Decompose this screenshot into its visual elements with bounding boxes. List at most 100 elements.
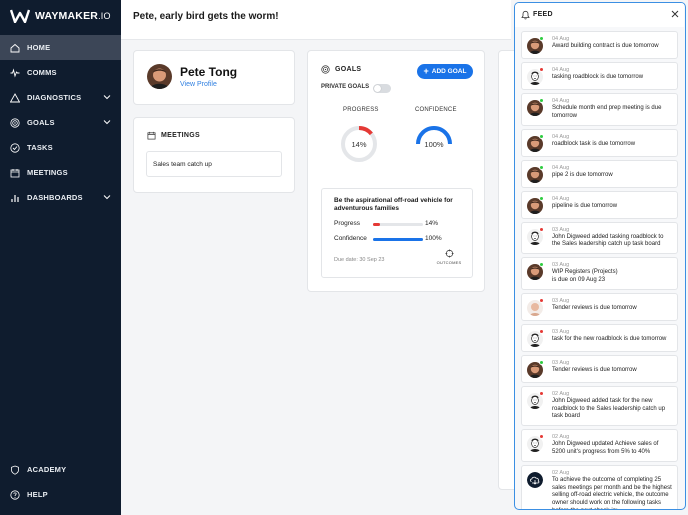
status-dot [539, 67, 544, 72]
feed-item[interactable]: 03 Aug WIP Registers (Projects) is due on… [521, 257, 678, 290]
feed-item[interactable]: 04 Aug Award building contract is due tom… [521, 31, 678, 59]
feed-item[interactable]: 04 Aug pipe 2 is due tomorrow [521, 159, 678, 188]
status-dot [539, 98, 544, 103]
feed-item-text: John Digweed added tasking roadblock to … [552, 233, 664, 248]
home-icon [10, 43, 20, 53]
feed-item-date: 02 Aug [552, 469, 570, 476]
sidebar-item-home[interactable]: HOME [0, 35, 121, 60]
target-icon [321, 65, 330, 74]
private-goals-toggle[interactable] [373, 84, 391, 93]
sidebar-item-label: DIAGNOSTICS [27, 93, 82, 102]
feed-item-text: Schedule month end prep meeting is due t… [552, 105, 662, 119]
feed-item[interactable]: 03 Aug Tender reviews is due tomorrow [521, 292, 678, 321]
feed-item[interactable]: 04 Aug tasking roadblock is due tomorrow [521, 62, 678, 90]
sidebar-item-label: HELP [27, 490, 48, 499]
feed-item[interactable]: 03 Aug John Digweed added tasking roadblo… [521, 221, 678, 255]
feed-item-text: John Digweed updated Achieve sales of 52… [552, 441, 659, 455]
sidebar-item-goals[interactable]: GOALS [0, 110, 121, 135]
chevron-down-icon[interactable] [103, 93, 111, 101]
status-dot [539, 164, 544, 170]
goals-title: GOALS [321, 65, 361, 74]
feed-item[interactable]: 03 Aug task for the new roadblock is due … [521, 323, 678, 352]
confidence-label: CONFIDENCE [415, 107, 457, 113]
feed-item-text: WIP Registers (Projects) is due on 09 Au… [552, 269, 618, 283]
feed-item[interactable]: 02 Aug John Digweed added task for the ne… [521, 385, 678, 427]
profile-name: Pete Tong [180, 65, 238, 79]
sidebar-item-diagnostics[interactable]: DIAGNOSTICS [0, 85, 121, 110]
pulse-icon [10, 67, 20, 78]
status-dot [539, 133, 544, 139]
waymaker-logo-icon [10, 9, 30, 23]
help-icon [10, 489, 20, 500]
status-dot [539, 297, 544, 303]
goal-summary[interactable]: Be the aspirational off-road vehicle for… [321, 188, 473, 278]
feed-item[interactable]: 04 Aug pipeline is due tomorrow [521, 190, 678, 219]
sidebar-item-academy[interactable]: ACADEMY [0, 457, 121, 482]
goal-progress-fill [373, 223, 380, 226]
sidebar-item-tasks[interactable]: TASKS [0, 135, 121, 160]
status-dot [539, 328, 544, 334]
feed-item[interactable]: 02 Aug John Digweed updated Achieve sales… [521, 429, 678, 462]
sidebar-item-label: HOME [27, 43, 51, 52]
brand-logo[interactable]: WAYMAKER.IO [10, 8, 111, 24]
calendar-icon [10, 168, 20, 178]
feed-item-text: roadblock task is due tomorrow [552, 140, 636, 147]
calendar-icon [147, 131, 156, 140]
status-dot [539, 390, 544, 396]
meeting-item[interactable]: Sales team catch up [146, 151, 282, 177]
feed-item-date: 03 Aug [552, 226, 570, 233]
feed-list: 04 Aug Award building contract is due tom… [521, 31, 678, 509]
status-dot [539, 195, 544, 201]
avatar[interactable] [147, 64, 172, 89]
page-title: Pete, early bird gets the worm! [133, 11, 279, 22]
status-dot [539, 226, 544, 232]
feed-item[interactable]: 04 Aug Schedule month end prep meeting is… [521, 93, 678, 126]
status-dot [539, 359, 544, 365]
feed-item-text: To achieve the outcome of completing 25 … [552, 476, 672, 509]
bar-chart-icon [10, 193, 20, 203]
feed-item-date: 04 Aug [552, 195, 570, 202]
shield-icon [10, 465, 20, 475]
sidebar-item-label: COMMS [27, 68, 57, 77]
feed-item-text: pipeline is due tomorrow [552, 202, 618, 209]
add-goal-button[interactable]: + ADD GOAL [417, 64, 473, 79]
feed-item-text: Tender reviews is due tomorrow [552, 366, 637, 373]
sidebar-item-help[interactable]: HELP [0, 482, 121, 507]
feed-item[interactable]: 04 Aug roadblock task is due tomorrow [521, 128, 678, 157]
triangle-icon [10, 92, 20, 103]
feed-item-date: 03 Aug [552, 328, 570, 335]
feed-item[interactable]: 02 Aug To achieve the outcome of completi… [521, 464, 678, 509]
feed-item-date: 03 Aug [552, 359, 570, 366]
goal-confidence-value: 100% [425, 235, 442, 242]
sidebar-item-meetings[interactable]: MEETINGS [0, 160, 121, 185]
goal-confidence-label: Confidence [334, 235, 367, 242]
goal-due-date: Due date: 30 Sep 23 [334, 257, 385, 263]
meetings-title-text: MEETINGS [161, 132, 200, 139]
feed-item-date: 04 Aug [552, 67, 570, 73]
goal-confidence-fill [373, 238, 423, 241]
plus-icon: + [423, 66, 429, 76]
brand-name: WAYMAKER.IO [35, 10, 111, 22]
sidebar-item-dashboards[interactable]: DASHBOARDS [0, 185, 121, 210]
outcomes-button[interactable]: OUTCOMES [436, 249, 462, 265]
meetings-card: MEETINGS Sales team catch up [133, 117, 295, 193]
add-goal-label: ADD GOAL [431, 68, 467, 75]
check-circle-icon [10, 142, 20, 153]
chevron-down-icon[interactable] [103, 193, 111, 201]
close-icon[interactable] [671, 10, 679, 18]
feed-title: FEED [533, 11, 553, 18]
sidebar: WAYMAKER.IO HOME COMMS DIAGNOSTICS GOALS… [0, 0, 121, 515]
feed-item[interactable]: 03 Aug Tender reviews is due tomorrow [521, 354, 678, 383]
sidebar-bottom-nav: ACADEMY HELP [0, 457, 121, 507]
confidence-value: 100% [424, 140, 444, 149]
view-profile-link[interactable]: View Profile [180, 81, 217, 88]
chevron-down-icon[interactable] [103, 118, 111, 126]
bell-icon [521, 10, 530, 20]
crosshair-icon [444, 249, 454, 258]
sidebar-item-comms[interactable]: COMMS [0, 60, 121, 85]
goal-progress-value: 14% [425, 220, 439, 227]
private-goals-label: PRIVATE GOALS [321, 84, 370, 90]
feed-item-date: 03 Aug [552, 297, 570, 304]
main-nav: HOME COMMS DIAGNOSTICS GOALS TASKS MEETI… [0, 35, 121, 210]
feed-item-text: tasking roadblock is due tomorrow [552, 74, 644, 80]
